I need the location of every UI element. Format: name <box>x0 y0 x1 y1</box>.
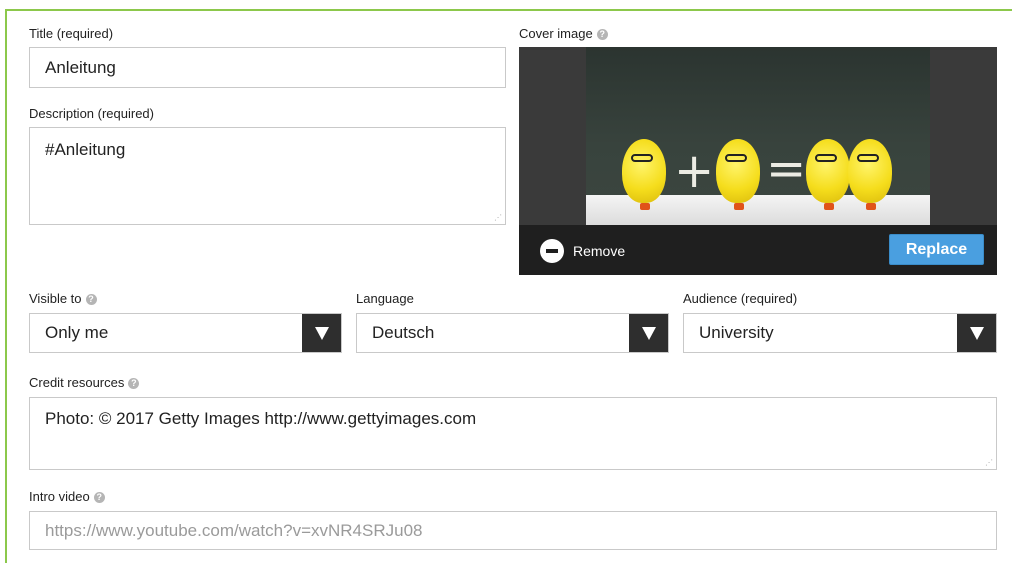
credit-resources-value: Photo: © 2017 Getty Images http://www.ge… <box>45 409 477 428</box>
language-label: Language <box>356 291 414 306</box>
cover-image-panel: + = Remove Replace <box>519 47 997 275</box>
visible-to-label: Visible to ? <box>29 291 97 307</box>
chick-figure <box>806 139 850 210</box>
cover-photo: + = <box>586 47 930 225</box>
audience-label: Audience (required) <box>683 291 798 306</box>
dropdown-arrow-icon[interactable] <box>957 314 996 352</box>
dropdown-arrow-icon[interactable] <box>629 314 668 352</box>
remove-button[interactable]: Remove <box>540 239 625 263</box>
intro-video-input[interactable]: https://www.youtube.com/watch?v=xvNR4SRJ… <box>29 511 997 550</box>
title-label: Title (required) <box>29 26 114 41</box>
credit-resources-textarea[interactable]: Photo: © 2017 Getty Images http://www.ge… <box>29 397 997 470</box>
equals-symbol: = <box>766 141 807 197</box>
help-icon[interactable]: ? <box>596 28 608 40</box>
description-label: Description (required) <box>29 106 154 121</box>
title-value: Anleitung <box>45 57 116 77</box>
audience-value: University <box>699 323 774 342</box>
language-select[interactable]: Deutsch <box>356 313 669 353</box>
chick-figure <box>848 139 892 210</box>
description-textarea[interactable]: #Anleitung ⋰ <box>29 127 506 225</box>
plus-symbol: + <box>674 143 715 199</box>
help-icon[interactable]: ? <box>93 491 105 503</box>
audience-select[interactable]: University <box>683 313 997 353</box>
credit-resources-label: Credit resources ? <box>29 375 140 391</box>
chick-figure <box>622 139 666 210</box>
minus-circle-icon <box>540 239 564 263</box>
visible-to-value: Only me <box>45 323 109 342</box>
cover-action-bar: Remove Replace <box>519 225 997 275</box>
resize-grip-icon[interactable]: ⋰ <box>494 214 502 222</box>
intro-video-label: Intro video ? <box>29 489 105 505</box>
visible-to-select[interactable]: Only me <box>29 313 342 353</box>
replace-button[interactable]: Replace <box>889 234 984 265</box>
chick-figure <box>716 139 760 210</box>
help-icon[interactable]: ? <box>85 293 97 305</box>
language-value: Deutsch <box>372 323 435 342</box>
cover-image-label: Cover image ? <box>519 26 608 42</box>
dropdown-arrow-icon[interactable] <box>302 314 341 352</box>
resize-grip-icon[interactable]: ⋰ <box>985 459 993 467</box>
description-value: #Anleitung <box>45 140 126 159</box>
title-input[interactable]: Anleitung <box>29 47 506 88</box>
intro-video-placeholder: https://www.youtube.com/watch?v=xvNR4SRJ… <box>45 520 423 540</box>
help-icon[interactable]: ? <box>128 377 140 389</box>
